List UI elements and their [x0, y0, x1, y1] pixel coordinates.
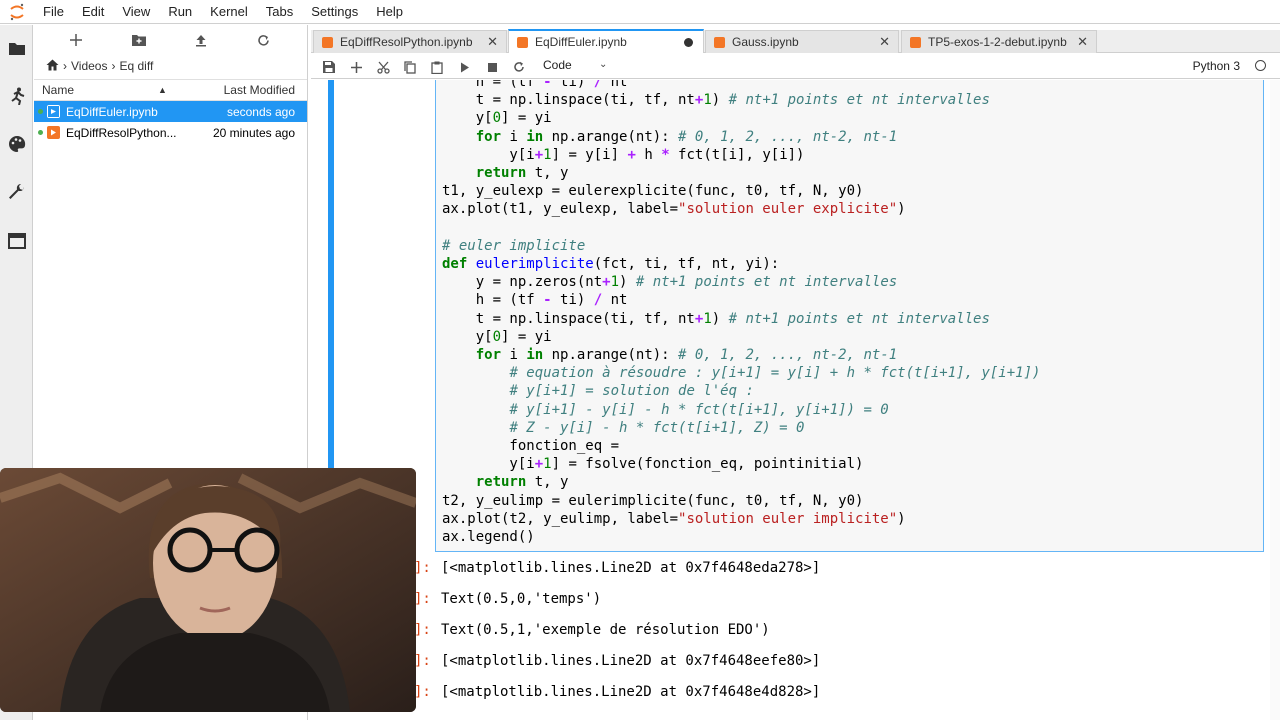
breadcrumb-separator: ›	[111, 59, 116, 73]
tab-gauss[interactable]: Gauss.ipynb ✕	[705, 30, 899, 53]
file-row[interactable]: EqDiffResolPython... 20 minutes ago	[34, 122, 307, 143]
file-name: EqDiffResolPython...	[66, 125, 177, 140]
cell-type-select[interactable]: Code	[543, 58, 572, 72]
notebook-tab-icon	[322, 36, 333, 48]
output-text: [<matplotlib.lines.Line2D at 0x7f4648e4d…	[441, 684, 821, 700]
wrench-icon[interactable]	[7, 182, 27, 202]
output-row: ]: [<matplotlib.lines.Line2D at 0x7f4648…	[311, 653, 1280, 673]
menu-settings[interactable]: Settings	[302, 0, 367, 24]
file-list-header: Name ▲ Last Modified	[34, 79, 307, 101]
menu-file[interactable]: File	[34, 0, 73, 24]
output-text: [<matplotlib.lines.Line2D at 0x7f4648eda…	[441, 560, 821, 576]
tabs-icon[interactable]	[7, 231, 27, 251]
insert-cell-plus-icon[interactable]	[348, 59, 364, 75]
palette-icon[interactable]	[7, 134, 27, 154]
output-text: Text(0.5,1,'exemple de résolution EDO')	[441, 622, 770, 638]
unsaved-dot-icon[interactable]	[684, 38, 693, 47]
close-icon[interactable]: ✕	[1077, 34, 1088, 50]
code-cell-editor[interactable]: h = (tf - ti) / nt t = np.linspace(ti, t…	[435, 80, 1264, 552]
running-dot-icon	[38, 109, 43, 114]
output-prompt: ]:	[414, 560, 431, 576]
close-icon[interactable]: ✕	[879, 34, 890, 50]
breadcrumb-videos[interactable]: Videos	[71, 59, 107, 73]
paste-icon[interactable]	[429, 59, 445, 75]
tab-label: EqDiffEuler.ipynb	[535, 35, 627, 49]
output-row: ]: [<matplotlib.lines.Line2D at 0x7f4648…	[311, 684, 1280, 704]
tab-eqdiffeuler[interactable]: EqDiffEuler.ipynb	[508, 29, 704, 53]
chevron-down-icon[interactable]: ⌄	[599, 59, 607, 70]
tab-tp5-exos[interactable]: TP5-exos-1-2-debut.ipynb ✕	[901, 30, 1097, 53]
notebook-panel: h = (tf - ti) / nt t = np.linspace(ti, t…	[311, 80, 1280, 720]
tab-label: Gauss.ipynb	[732, 35, 799, 49]
save-icon[interactable]	[321, 59, 337, 75]
vertical-scrollbar[interactable]	[1270, 80, 1280, 720]
file-row[interactable]: EqDiffEuler.ipynb seconds ago	[34, 101, 307, 122]
close-icon[interactable]: ✕	[487, 34, 498, 50]
file-name: EqDiffEuler.ipynb	[66, 104, 158, 119]
tab-eqdiffresolpython[interactable]: EqDiffResolPython.ipynb ✕	[313, 30, 507, 53]
new-folder-icon[interactable]	[131, 32, 147, 48]
output-prompt: ]:	[414, 684, 431, 700]
presenter-image	[0, 468, 416, 712]
column-name-header[interactable]: Name	[42, 83, 74, 97]
home-icon[interactable]	[46, 59, 59, 74]
running-icon[interactable]	[7, 86, 27, 106]
cut-icon[interactable]	[375, 59, 391, 75]
breadcrumb-eq-diff[interactable]: Eq diff	[119, 59, 153, 73]
notebook-tab-icon	[714, 36, 725, 48]
menu-bar: File Edit View Run Kernel Tabs Settings …	[0, 0, 1280, 24]
sort-arrow-up-icon[interactable]: ▲	[158, 85, 167, 95]
notebook-tab-icon	[910, 36, 921, 48]
kernel-name[interactable]: Python 3	[1193, 59, 1240, 73]
upload-icon[interactable]	[193, 32, 209, 48]
tab-label: TP5-exos-1-2-debut.ipynb	[928, 35, 1067, 49]
output-row: ]: Text(0.5,0,'temps')	[311, 591, 1280, 611]
menu-help[interactable]: Help	[367, 0, 412, 24]
menu-tabs[interactable]: Tabs	[257, 0, 302, 24]
output-text: Text(0.5,0,'temps')	[441, 591, 602, 607]
restart-icon[interactable]	[511, 59, 527, 75]
output-text: [<matplotlib.lines.Line2D at 0x7f4648eef…	[441, 653, 821, 669]
column-modified-header[interactable]: Last Modified	[224, 83, 295, 97]
running-dot-icon	[38, 130, 43, 135]
menu-edit[interactable]: Edit	[73, 0, 113, 24]
refresh-icon[interactable]	[255, 32, 271, 48]
notebook-file-icon	[47, 105, 60, 118]
output-prompt: ]:	[414, 653, 431, 669]
notebook-file-icon	[47, 126, 60, 139]
breadcrumb: › Videos › Eq diff	[34, 55, 307, 77]
stop-icon[interactable]	[484, 59, 500, 75]
notebook-toolbar: Code ⌄ Python 3	[311, 54, 1280, 79]
file-modified: seconds ago	[226, 104, 295, 119]
folder-icon[interactable]	[7, 38, 27, 58]
output-prompt: ]:	[414, 622, 431, 638]
file-modified: 20 minutes ago	[212, 125, 295, 140]
menu-run[interactable]: Run	[159, 0, 201, 24]
copy-icon[interactable]	[402, 59, 418, 75]
output-prompt: ]:	[414, 591, 431, 607]
output-row: ]: Text(0.5,1,'exemple de résolution EDO…	[311, 622, 1280, 642]
tab-label: EqDiffResolPython.ipynb	[340, 35, 473, 49]
jupyter-logo-icon	[0, 0, 34, 24]
code-content[interactable]: h = (tf - ti) / nt t = np.linspace(ti, t…	[442, 80, 1040, 546]
breadcrumb-separator: ›	[63, 59, 67, 73]
new-launcher-plus-icon[interactable]	[68, 32, 84, 48]
run-icon[interactable]	[457, 59, 473, 75]
menu-view[interactable]: View	[113, 0, 159, 24]
menu-kernel[interactable]: Kernel	[201, 0, 257, 24]
notebook-tab-icon	[517, 36, 528, 48]
file-browser-toolbar	[34, 25, 307, 55]
jupyterlab-window: File Edit View Run Kernel Tabs Settings …	[0, 0, 1280, 720]
webcam-video-overlay	[0, 468, 416, 712]
notebook-tab-bar: EqDiffResolPython.ipynb ✕ EqDiffEuler.ip…	[311, 29, 1280, 53]
output-row: ]: [<matplotlib.lines.Line2D at 0x7f4648…	[311, 560, 1280, 580]
kernel-idle-icon	[1255, 60, 1266, 71]
